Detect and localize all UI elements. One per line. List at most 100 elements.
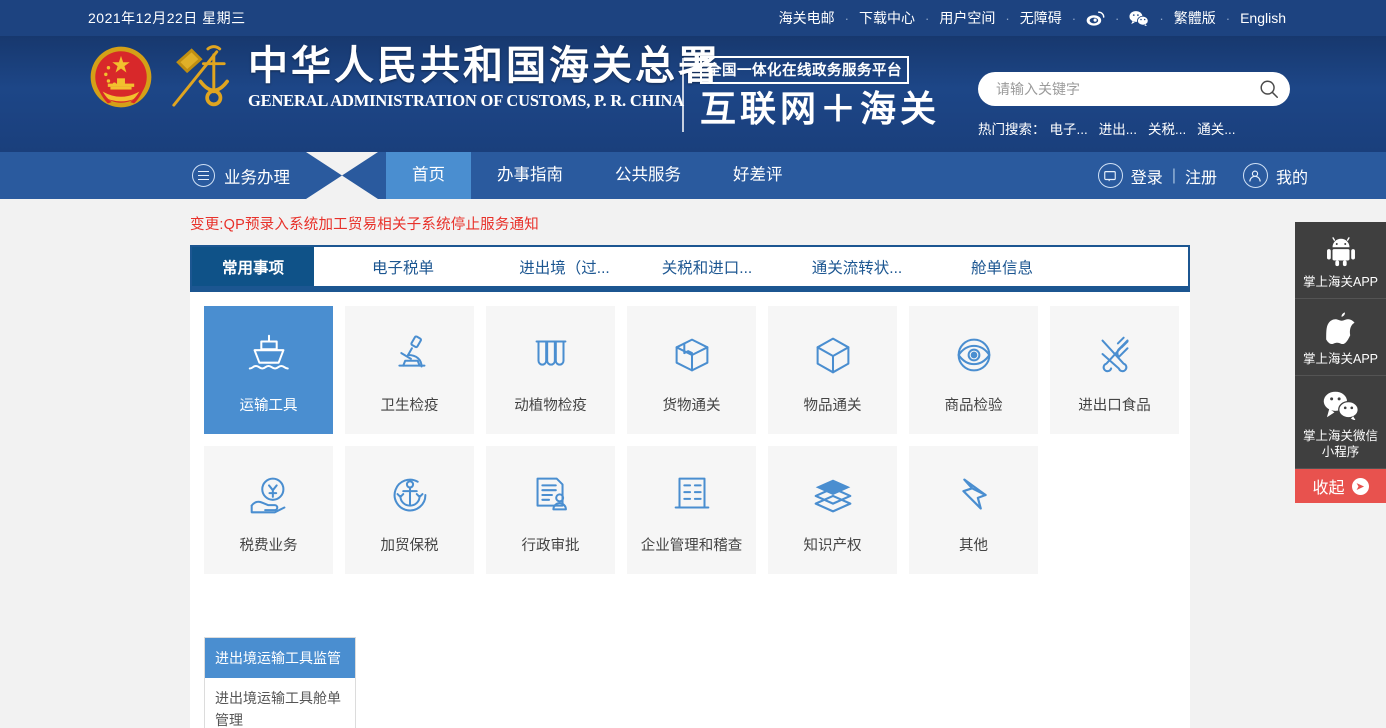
apple-icon	[1299, 308, 1382, 348]
tile-intellectual-property[interactable]: 知识产权	[768, 446, 897, 574]
wechat-icon	[1299, 385, 1382, 425]
weibo-icon[interactable]	[1078, 11, 1113, 26]
site-logo[interactable]: 中华人民共和国海关总署 GENERAL ADMINISTRATION OF CU…	[88, 40, 721, 114]
tile-label: 货物通关	[663, 394, 721, 415]
sub-item-manifest-management[interactable]: 进出境运输工具舱单管理	[205, 678, 355, 728]
link-traditional-chinese[interactable]: 繁體版	[1166, 0, 1224, 36]
tile-import-export-food[interactable]: 进出口食品	[1050, 306, 1179, 434]
tile-cargo-clearance[interactable]: 货物通关	[627, 306, 756, 434]
hot-search-label: 热门搜索：	[978, 118, 1046, 138]
search-input[interactable]	[996, 81, 1254, 97]
tile-label: 行政审批	[522, 534, 580, 555]
tile-tax-business[interactable]: 税费业务	[204, 446, 333, 574]
nav-item-guide[interactable]: 办事指南	[471, 152, 589, 199]
float-card-android[interactable]: 掌上海关APP	[1295, 222, 1386, 299]
float-card-label: 掌上海关APP	[1299, 351, 1382, 367]
link-user-space[interactable]: 用户空间	[931, 0, 1003, 36]
customs-anchor-key-icon	[160, 40, 238, 114]
tile-label: 知识产权	[804, 534, 862, 555]
tile-transport[interactable]: 运输工具	[204, 306, 333, 434]
float-card-label: 掌上海关微信小程序	[1299, 428, 1382, 460]
link-separator: ·	[843, 11, 851, 26]
hot-search-item-3[interactable]: 关税...	[1148, 118, 1186, 138]
float-card-label: 掌上海关APP	[1299, 274, 1382, 290]
collapse-label: 收起	[1312, 474, 1344, 498]
top-bar: 2021年12月22日 星期三 海关电邮 · 下载中心 · 用户空间 · 无障碍…	[0, 0, 1386, 36]
open-box-icon	[665, 328, 719, 382]
notice-banner[interactable]: 变更:QP预录入系统加工贸易相关子系统停止服务通知	[190, 213, 539, 234]
main-nav: 业务办理 首页 办事指南 公共服务 好差评 登录 | 注册	[0, 152, 1386, 199]
eye-inspection-icon	[947, 328, 1001, 382]
sub-item-transport-supervision[interactable]: 进出境运输工具监管	[205, 638, 355, 678]
fork-knife-icon	[1088, 328, 1142, 382]
search-area: 热门搜索： 电子... 进出... 关税... 通关...	[978, 72, 1290, 138]
building-icon	[665, 468, 719, 522]
tile-commodity-inspection[interactable]: 商品检验	[909, 306, 1038, 434]
link-separator: ·	[1157, 11, 1165, 26]
search-icon	[1258, 78, 1280, 100]
login-link[interactable]: 登录	[1131, 164, 1163, 188]
tile-label: 其他	[959, 534, 988, 555]
link-accessibility[interactable]: 无障碍	[1012, 0, 1070, 36]
platform-title: 互联网＋海关	[700, 87, 940, 131]
hot-search-item-4[interactable]: 通关...	[1197, 118, 1235, 138]
hamburger-menu-icon	[192, 164, 215, 187]
hot-search-item-2[interactable]: 进出...	[1099, 118, 1137, 138]
anchor-circle-icon	[383, 468, 437, 522]
ship-icon	[242, 328, 296, 382]
tile-administrative-approval[interactable]: 行政审批	[486, 446, 615, 574]
tab-entry-exit[interactable]: 进出境（过...	[492, 247, 637, 286]
arrow-right-circle-icon: ➤	[1352, 478, 1369, 495]
tab-tariff-import[interactable]: 关税和进口...	[637, 247, 777, 286]
message-box-icon	[1098, 163, 1123, 188]
nav-item-rating[interactable]: 好差评	[707, 152, 809, 199]
hot-search-item-1[interactable]: 电子...	[1050, 118, 1088, 138]
register-link[interactable]: 注册	[1185, 164, 1217, 188]
tile-label: 税费业务	[240, 534, 298, 555]
search-button[interactable]	[1254, 74, 1284, 104]
float-card-apple[interactable]: 掌上海关APP	[1295, 299, 1386, 376]
sub-service-list: 进出境运输工具监管 进出境运输工具舱单管理 进出境运输工具一般监	[204, 637, 356, 728]
link-download-center[interactable]: 下载中心	[851, 0, 923, 36]
tile-others[interactable]: 其他	[909, 446, 1038, 574]
nav-items: 首页 办事指南 公共服务 好差评	[386, 152, 809, 199]
document-person-icon	[524, 468, 578, 522]
search-box[interactable]	[978, 72, 1290, 106]
link-separator: ·	[1003, 11, 1011, 26]
hand-yuan-icon	[242, 468, 296, 522]
main-panel: 常用事项 电子税单 进出境（过... 关税和进口... 通关流转状... 舱单信…	[190, 245, 1190, 728]
tile-processing-trade-bonded[interactable]: 加贸保税	[345, 446, 474, 574]
tab-electronic-tax-bill[interactable]: 电子税单	[314, 247, 492, 286]
hot-search-row: 热门搜索： 电子... 进出... 关税... 通关...	[978, 118, 1290, 138]
link-separator: ·	[1224, 11, 1232, 26]
test-tubes-icon	[524, 328, 578, 382]
tile-label: 商品检验	[945, 394, 1003, 415]
tab-clearance-status[interactable]: 通关流转状...	[777, 247, 937, 286]
my-account-group[interactable]: 我的	[1243, 163, 1308, 188]
wechat-icon[interactable]	[1121, 10, 1157, 26]
nav-item-public-service[interactable]: 公共服务	[589, 152, 707, 199]
nav-item-home[interactable]: 首页	[386, 152, 471, 199]
float-card-wechat-mini[interactable]: 掌上海关微信小程序	[1295, 376, 1386, 469]
site-title-cn: 中华人民共和国海关总署	[248, 42, 721, 90]
site-title-block: 中华人民共和国海关总署 GENERAL ADMINISTRATION OF CU…	[248, 42, 721, 112]
tile-article-clearance[interactable]: 物品通关	[768, 306, 897, 434]
link-english[interactable]: English	[1232, 0, 1294, 36]
my-account-link[interactable]: 我的	[1276, 164, 1308, 188]
top-bar-links: 海关电邮 · 下载中心 · 用户空间 · 无障碍 · ·	[771, 0, 1294, 36]
tile-label: 进出口食品	[1078, 394, 1151, 415]
tile-health-quarantine[interactable]: 卫生检疫	[345, 306, 474, 434]
tile-label: 运输工具	[240, 394, 298, 415]
nav-right: 登录 | 注册 我的	[1098, 152, 1308, 199]
site-title-en: GENERAL ADMINISTRATION OF CUSTOMS, P. R.…	[248, 90, 721, 112]
nav-hourglass-decoration	[306, 152, 378, 199]
pushpin-icon	[947, 468, 1001, 522]
tab-common-items[interactable]: 常用事项	[192, 247, 314, 286]
tile-enterprise-management-audit[interactable]: 企业管理和稽查	[627, 446, 756, 574]
page-root: 2021年12月22日 星期三 海关电邮 · 下载中心 · 用户空间 · 无障碍…	[0, 0, 1386, 728]
tab-manifest-info[interactable]: 舱单信息	[937, 247, 1067, 286]
tile-animal-plant-quarantine[interactable]: 动植物检疫	[486, 306, 615, 434]
nav-business-handling[interactable]: 业务办理	[192, 152, 290, 199]
link-customs-mail[interactable]: 海关电邮	[771, 0, 843, 36]
collapse-button[interactable]: 收起 ➤	[1295, 469, 1386, 503]
